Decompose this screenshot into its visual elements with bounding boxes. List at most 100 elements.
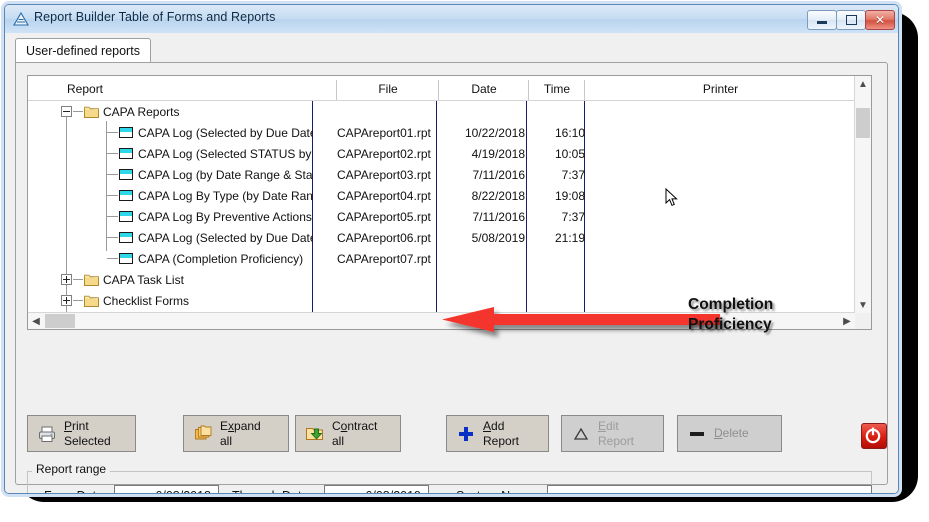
cell-time: 16:10 xyxy=(533,122,585,143)
annotation-text: Completion Proficiency xyxy=(688,295,878,335)
power-exit-button[interactable] xyxy=(861,423,887,449)
tree-connector xyxy=(107,153,118,154)
cell-file: CAPAreport03.rpt xyxy=(337,164,433,185)
cell-time: 7:37 xyxy=(533,164,585,185)
cell-report: CAPA Task List xyxy=(103,269,308,290)
cell-file: CAPAreport01.rpt xyxy=(337,122,433,143)
window-title: Report Builder Table of Forms and Report… xyxy=(34,10,275,24)
annotation-arrow-icon xyxy=(436,307,726,341)
print-line-1-rest: rint xyxy=(72,419,89,433)
cell-date: 10/22/2018 xyxy=(439,122,525,143)
edit-line-1-rest: dit xyxy=(606,419,619,433)
maximize-icon xyxy=(837,11,865,29)
report-builder-window: Report Builder Table of Forms and Report… xyxy=(4,4,899,494)
table-row[interactable]: CAPA Log By Type (by Date Range) CAPArep… xyxy=(28,185,871,206)
minimize-button[interactable] xyxy=(807,10,837,30)
mouse-cursor xyxy=(665,188,679,208)
expand-line-2: all xyxy=(220,434,232,448)
report-icon xyxy=(119,232,133,243)
cell-file: CAPAreport07.rpt xyxy=(337,248,433,269)
table-row[interactable]: CAPA (Completion Proficiency) CAPAreport… xyxy=(28,248,871,269)
tree-connector xyxy=(73,111,83,112)
horizontal-scroll-thumb[interactable] xyxy=(45,314,75,328)
cell-date: 5/08/2019 xyxy=(439,227,525,248)
cell-report: CAPA Log (Selected by Due Date +Com xyxy=(138,227,313,248)
expand-all-label: Expand all xyxy=(220,419,261,448)
close-button[interactable]: ✕ xyxy=(865,10,895,30)
tab-label: User-defined reports xyxy=(26,44,140,58)
column-header-time[interactable]: Time xyxy=(529,76,585,101)
column-header-date[interactable]: Date xyxy=(439,76,529,101)
header-separator xyxy=(528,80,529,101)
contract-all-label: Contract all xyxy=(332,419,377,448)
expand-line-1-pre: E xyxy=(220,419,228,433)
folder-down-icon xyxy=(305,424,325,444)
table-row[interactable]: CAPA Log (Selected by Due Date +Com CAPA… xyxy=(28,227,871,248)
tree-connector xyxy=(107,174,118,175)
reports-grid[interactable]: Report File Date Time Printer xyxy=(27,75,872,330)
print-selected-label: Print Selected xyxy=(64,419,111,448)
delete-button[interactable]: Delete xyxy=(677,415,782,452)
contract-line-2: all xyxy=(332,434,344,448)
report-icon xyxy=(119,169,133,180)
power-icon xyxy=(862,424,886,446)
report-icon xyxy=(119,190,133,201)
tree-expander-plus-icon[interactable] xyxy=(61,295,72,306)
annotation-line-1: Completion xyxy=(688,295,878,315)
tree-expander-minus-icon[interactable] xyxy=(61,106,72,117)
add-line-2: Report xyxy=(483,434,519,448)
vertical-scrollbar[interactable]: ▲ ▼ xyxy=(854,76,871,313)
printer-icon xyxy=(37,424,57,444)
edit-report-button[interactable]: Edit Report xyxy=(561,415,664,452)
contract-all-button[interactable]: Contract all xyxy=(295,415,401,452)
tab-user-defined-reports[interactable]: User-defined reports xyxy=(15,38,151,62)
accel-letter: D xyxy=(714,426,723,440)
table-row[interactable]: CAPA Log (Selected STATUS by CAPA N CAPA… xyxy=(28,143,871,164)
cell-file: CAPAreport06.rpt xyxy=(337,227,433,248)
minus-icon xyxy=(687,424,707,444)
column-header-file[interactable]: File xyxy=(337,76,439,101)
system-name-label: System Name: xyxy=(456,489,538,494)
from-date-label: From Date: xyxy=(44,489,107,494)
add-report-button[interactable]: Add Report xyxy=(446,415,549,452)
delete-rest: elete xyxy=(723,426,749,440)
table-row[interactable]: CAPA Log (Selected by Due Date) CAPArepo… xyxy=(28,122,871,143)
cell-time: 19:08 xyxy=(533,185,585,206)
edit-line-2: Report xyxy=(598,434,634,448)
scroll-left-icon[interactable]: ◀ xyxy=(28,313,44,329)
client-area: User-defined reports Report File Date Ti… xyxy=(5,33,898,493)
column-header-report[interactable]: Report xyxy=(28,76,337,101)
header-separator xyxy=(336,80,337,101)
grid-header-row: Report File Date Time Printer xyxy=(28,76,871,101)
column-header-printer[interactable]: Printer xyxy=(585,76,856,101)
table-row[interactable]: CAPA Task List xyxy=(28,269,871,290)
tab-panel: Report File Date Time Printer xyxy=(15,62,888,485)
cell-file: CAPAreport05.rpt xyxy=(337,206,433,227)
accel-letter: P xyxy=(64,419,72,433)
folder-icon xyxy=(84,273,99,285)
vertical-scroll-thumb[interactable] xyxy=(856,108,870,138)
report-range-title: Report range xyxy=(32,462,110,476)
expand-line-1-rest: pand xyxy=(234,419,261,433)
through-date-input[interactable]: 6/08/2019 xyxy=(324,485,429,494)
expand-all-button[interactable]: Expand all xyxy=(183,415,289,452)
edit-report-label: Edit Report xyxy=(598,419,634,448)
scroll-up-icon[interactable]: ▲ xyxy=(855,76,871,92)
tree-connector xyxy=(73,279,83,280)
title-bar[interactable]: Report Builder Table of Forms and Report… xyxy=(5,5,898,34)
table-row[interactable]: CAPA Log By Preventive Actions (by Da CA… xyxy=(28,206,871,227)
print-line-2: Selected xyxy=(64,434,111,448)
table-row[interactable]: CAPA Reports xyxy=(28,101,871,122)
maximize-button[interactable] xyxy=(836,10,866,30)
annotation-line-2: Proficiency xyxy=(688,315,878,335)
tree-connector xyxy=(107,216,118,217)
header-separator xyxy=(584,80,585,101)
table-row[interactable]: CAPA Log (by Date Range & Status) CAPAre… xyxy=(28,164,871,185)
cell-time: 10:05 xyxy=(533,143,585,164)
report-icon xyxy=(119,148,133,159)
from-date-input[interactable]: 6/08/2018 xyxy=(114,485,219,494)
cell-date xyxy=(439,248,525,269)
system-name-input[interactable] xyxy=(547,485,872,494)
tree-expander-plus-icon[interactable] xyxy=(61,274,72,285)
print-selected-button[interactable]: Print Selected xyxy=(27,415,136,452)
